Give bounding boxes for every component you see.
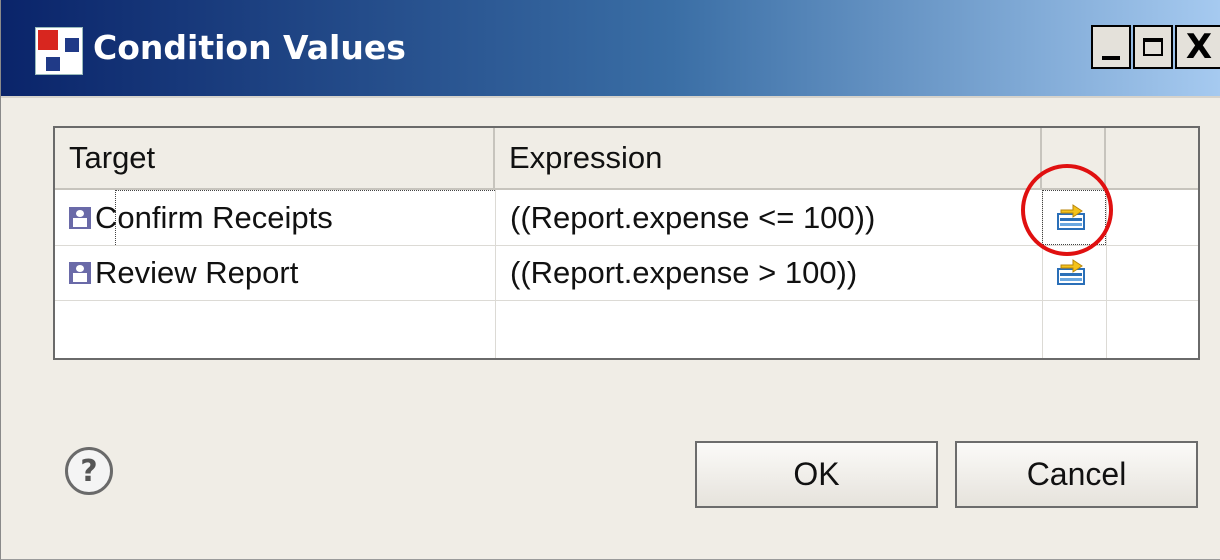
condition-values-dialog: Condition Values X Target Expression Con… bbox=[0, 0, 1220, 560]
app-icon bbox=[35, 27, 83, 75]
target-label: Confirm Receipts bbox=[95, 200, 333, 235]
column-header-target[interactable]: Target bbox=[55, 128, 495, 190]
person-icon bbox=[69, 206, 91, 229]
help-button[interactable]: ? bbox=[65, 447, 113, 495]
maximize-icon bbox=[1143, 38, 1163, 56]
target-cell[interactable]: Review Report bbox=[69, 245, 298, 300]
column-header-extra[interactable] bbox=[1106, 128, 1198, 190]
close-icon: X bbox=[1185, 27, 1213, 67]
column-header-expression[interactable]: Expression bbox=[495, 128, 1042, 190]
empty-table-row[interactable] bbox=[55, 300, 1198, 355]
edit-expression-icon[interactable] bbox=[1055, 253, 1087, 287]
window-title: Condition Values bbox=[93, 28, 406, 67]
cancel-button[interactable]: Cancel bbox=[955, 441, 1198, 508]
expression-cell[interactable]: ((Report.expense <= 100)) bbox=[510, 190, 875, 245]
person-icon bbox=[69, 261, 91, 284]
table-row[interactable]: Review Report ((Report.expense > 100)) bbox=[55, 245, 1198, 300]
minimize-icon bbox=[1102, 56, 1120, 60]
maximize-button[interactable] bbox=[1133, 25, 1173, 69]
highlight-annotation-circle bbox=[1021, 164, 1113, 256]
expression-cell[interactable]: ((Report.expense > 100)) bbox=[510, 245, 857, 300]
target-label: Review Report bbox=[95, 255, 299, 290]
target-cell[interactable]: Confirm Receipts bbox=[69, 190, 333, 245]
condition-table: Target Expression Confirm Receipts ((Rep… bbox=[53, 126, 1200, 360]
ok-button[interactable]: OK bbox=[695, 441, 938, 508]
close-button[interactable]: X bbox=[1175, 25, 1220, 69]
title-bar[interactable]: Condition Values X bbox=[1, 0, 1220, 98]
minimize-button[interactable] bbox=[1091, 25, 1131, 69]
